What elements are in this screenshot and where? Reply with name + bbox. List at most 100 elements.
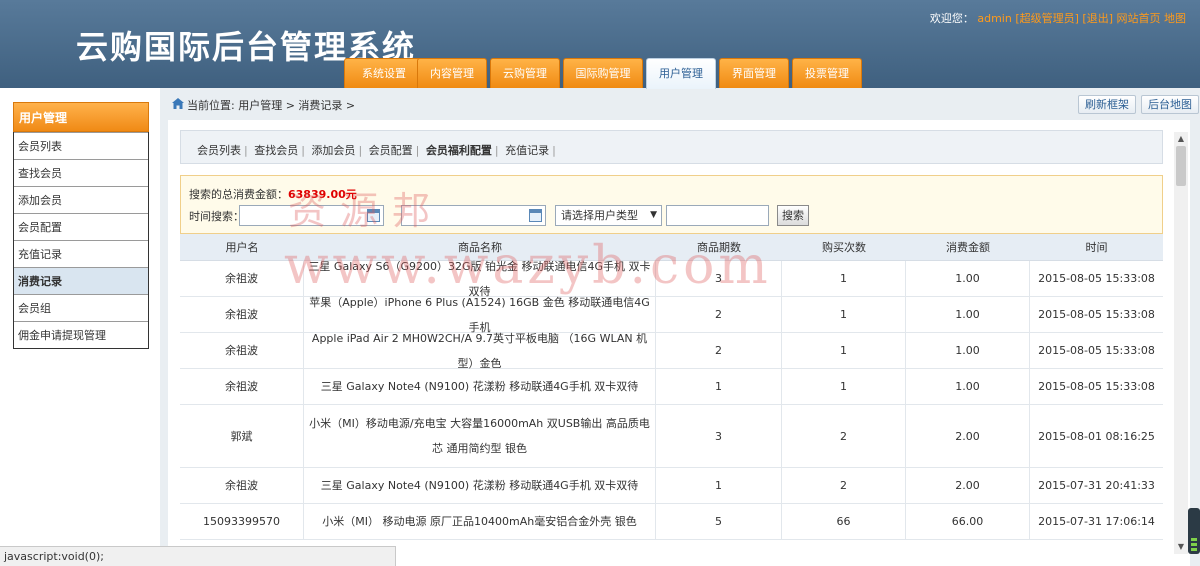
- table-body: 余祖波 三星 Galaxy S6（G9200）32G版 铂光金 移动联通电信4G…: [180, 260, 1163, 540]
- subnav-find-member[interactable]: 查找会员: [254, 144, 298, 157]
- search-button[interactable]: 搜索: [777, 205, 809, 226]
- sidebar-item-recharge-records[interactable]: 充值记录: [14, 240, 148, 267]
- subnav-separator: |: [358, 144, 363, 157]
- cell-period: 2: [656, 333, 782, 368]
- sidebar-item-consumption-records[interactable]: 消费记录: [14, 267, 148, 294]
- subnav-member-benefit-config[interactable]: 会员福利配置: [426, 144, 492, 157]
- subnav-member-config[interactable]: 会员配置: [369, 144, 413, 157]
- calendar-icon[interactable]: [367, 209, 380, 222]
- sidebar: 用户管理 会员列表 查找会员 添加会员 会员配置 充值记录 消费记录 会员组 佣…: [0, 88, 160, 566]
- cell-time: 2015-08-05 15:33:08: [1038, 272, 1155, 285]
- cell-times: 1: [782, 369, 906, 404]
- subnav-separator: |: [552, 144, 556, 157]
- cell-period: 3: [656, 261, 782, 296]
- breadcrumb-bar: 当前位置: 用户管理 > 消费记录 > 刷新框架 后台地图: [160, 88, 1200, 120]
- user-type-select[interactable]: 请选择用户类型 ▼: [555, 205, 662, 226]
- cell-times: 66: [782, 504, 906, 539]
- scroll-down-arrow-icon[interactable]: ▼: [1174, 540, 1188, 554]
- tab-vote-manage[interactable]: 投票管理: [792, 58, 862, 88]
- cell-amount: 1.00: [906, 369, 1030, 404]
- cell-username: 15093399570: [180, 504, 304, 539]
- cell-times: 1: [782, 297, 906, 332]
- table-row: 余祖波 三星 Galaxy Note4 (N9100) 花漾粉 移动联通4G手机…: [180, 369, 1163, 405]
- total-amount-line: 搜索的总消费金额：63839.00元: [189, 186, 357, 202]
- tab-cloud-buy-manage[interactable]: 云购管理: [490, 58, 560, 88]
- cell-username: 余祖波: [180, 468, 304, 503]
- sidebar-item-add-member[interactable]: 添加会员: [14, 186, 148, 213]
- dropdown-arrow-icon: ▼: [650, 210, 657, 220]
- cell-product: 小米（MI） 移动电源 原厂正品10400mAh毫安铝合金外壳 银色: [304, 504, 656, 539]
- total-amount-label: 搜索的总消费金额：: [189, 188, 288, 201]
- sidebar-item-find-member[interactable]: 查找会员: [14, 159, 148, 186]
- scroll-thumb[interactable]: [1176, 146, 1186, 186]
- browser-status-bar: javascript:void(0);: [0, 546, 396, 566]
- tab-user-manage[interactable]: 用户管理: [646, 58, 716, 89]
- site-home-link[interactable]: 网站首页: [1117, 12, 1161, 25]
- cell-product: 三星 Galaxy Note4 (N9100) 花漾粉 移动联通4G手机 双卡双…: [304, 369, 656, 404]
- content-scrollbar[interactable]: ▲ ▼: [1174, 132, 1188, 554]
- cell-time: 2015-07-31 17:06:14: [1038, 515, 1155, 528]
- tab-content-manage[interactable]: 内容管理: [417, 58, 487, 88]
- cell-period: 3: [656, 405, 782, 467]
- header: 云购国际后台管理系统 欢迎您： admin [超级管理员] [退出] 网站首页 …: [0, 0, 1200, 89]
- keyword-input[interactable]: [666, 205, 769, 226]
- subnav-add-member[interactable]: 添加会员: [311, 144, 355, 157]
- table-row: 15093399570 小米（MI） 移动电源 原厂正品10400mAh毫安铝合…: [180, 504, 1163, 540]
- tab-intl-buy-manage[interactable]: 国际购管理: [563, 58, 643, 88]
- cell-period: 1: [656, 468, 782, 503]
- subnav-separator: |: [244, 144, 248, 157]
- sidebar-menu: 会员列表 查找会员 添加会员 会员配置 充值记录 消费记录 会员组 佣金申请提现…: [13, 132, 149, 349]
- admin-username[interactable]: admin: [977, 12, 1011, 25]
- main-content: 会员列表 | 查找会员 | 添加会员 | 会员配置 | 会员福利配置 | 充值记录 | 搜索…: [168, 120, 1190, 566]
- subnav-member-list[interactable]: 会员列表: [197, 144, 241, 157]
- cell-times: 2: [782, 405, 906, 467]
- scroll-up-arrow-icon[interactable]: ▲: [1174, 132, 1188, 146]
- cell-username: 郭斌: [180, 405, 304, 467]
- cell-amount: 1.00: [906, 261, 1030, 296]
- cell-amount: 66.00: [906, 504, 1030, 539]
- cell-product: 三星 Galaxy Note4 (N9100) 花漾粉 移动联通4G手机 双卡双…: [304, 468, 656, 503]
- column-header-period: 商品期数: [697, 241, 741, 254]
- sidebar-item-member-list[interactable]: 会员列表: [14, 132, 148, 159]
- cell-time: 2015-07-31 20:41:33: [1038, 479, 1155, 492]
- sub-navigation: 会员列表 | 查找会员 | 添加会员 | 会员配置 | 会员福利配置 | 充值记录 |: [180, 130, 1163, 164]
- welcome-bar: 欢迎您： admin [超级管理员] [退出] 网站首页 地图: [930, 10, 1186, 26]
- network-meter-icon: [1188, 508, 1200, 554]
- cell-period: 5: [656, 504, 782, 539]
- cell-product: 小米（MI）移动电源/充电宝 大容量16000mAh 双USB输出 高品质电芯 …: [304, 405, 656, 467]
- cell-amount: 2.00: [906, 468, 1030, 503]
- column-header-amount: 消费金额: [946, 241, 990, 254]
- subnav-recharge-records[interactable]: 充值记录: [505, 144, 549, 157]
- sidebar-item-commission-withdraw[interactable]: 佣金申请提现管理: [14, 321, 148, 348]
- cell-amount: 1.00: [906, 297, 1030, 332]
- admin-role: [超级管理员]: [1015, 12, 1079, 25]
- cell-time: 2015-08-01 08:16:25: [1038, 429, 1155, 443]
- cell-time: 2015-08-05 15:33:08: [1038, 344, 1155, 357]
- tab-system-settings[interactable]: 系统设置: [344, 58, 424, 88]
- calendar-icon[interactable]: [529, 209, 542, 222]
- consumption-table: 用户名 商品名称 商品期数 购买次数 消费金额 时间 余祖波 三星 Galaxy…: [180, 234, 1163, 540]
- welcome-label: 欢迎您：: [929, 12, 974, 25]
- cell-time: 2015-08-05 15:33:08: [1038, 380, 1155, 393]
- table-row: 郭斌 小米（MI）移动电源/充电宝 大容量16000mAh 双USB输出 高品质…: [180, 405, 1163, 468]
- cell-username: 余祖波: [180, 369, 304, 404]
- cell-period: 2: [656, 297, 782, 332]
- home-icon: [172, 98, 184, 109]
- cell-amount: 2.00: [906, 405, 1030, 467]
- table-row: 余祖波 Apple iPad Air 2 MH0W2CH/A 9.7英寸平板电脑…: [180, 332, 1163, 370]
- backend-map-button[interactable]: 后台地图: [1141, 95, 1199, 114]
- cell-username: 余祖波: [180, 333, 304, 368]
- sidebar-item-member-groups[interactable]: 会员组: [14, 294, 148, 321]
- cell-username: 余祖波: [180, 297, 304, 332]
- cell-period: 1: [656, 369, 782, 404]
- logout-link[interactable]: [退出]: [1082, 12, 1113, 25]
- start-date-input[interactable]: [239, 205, 384, 226]
- map-link[interactable]: 地图: [1164, 12, 1186, 25]
- end-date-input[interactable]: [401, 205, 546, 226]
- sidebar-item-member-config[interactable]: 会员配置: [14, 213, 148, 240]
- search-panel: 搜索的总消费金额：63839.00元 时间搜索： - 请选择用户类型 ▼ 搜索: [180, 175, 1163, 234]
- column-header-times: 购买次数: [822, 241, 866, 254]
- refresh-frame-button[interactable]: 刷新框架: [1078, 95, 1136, 114]
- tab-ui-manage[interactable]: 界面管理: [719, 58, 789, 88]
- cell-times: 2: [782, 468, 906, 503]
